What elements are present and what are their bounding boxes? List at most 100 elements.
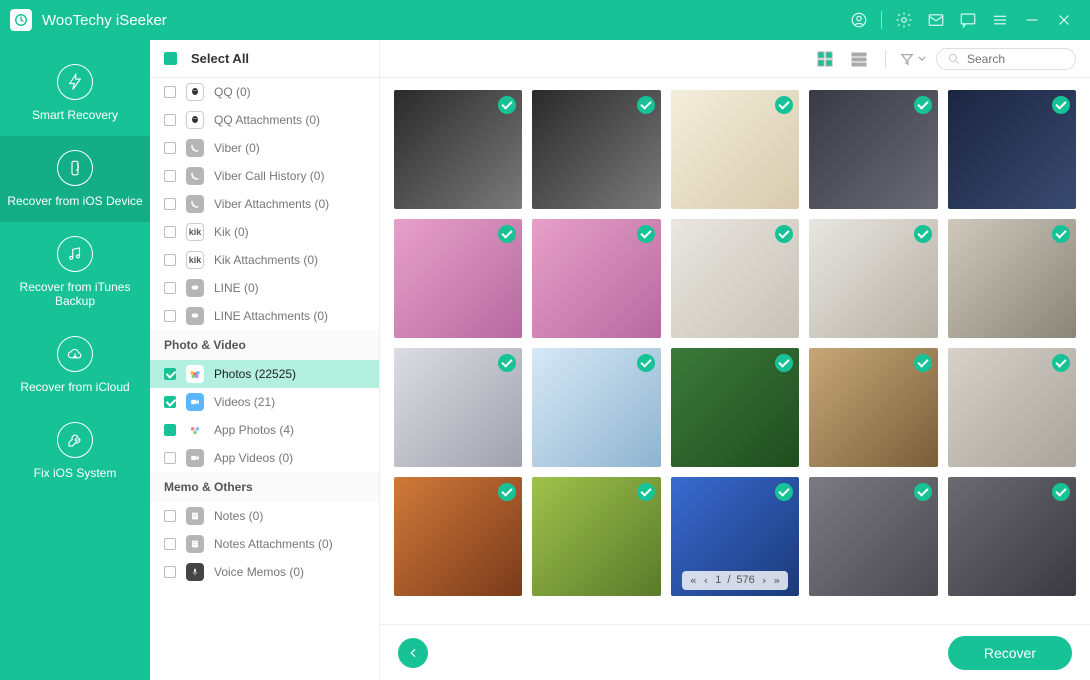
thumbnail[interactable] bbox=[948, 348, 1076, 467]
thumbnail-check-icon[interactable] bbox=[775, 483, 793, 501]
thumbnail[interactable] bbox=[948, 219, 1076, 338]
grid-view-button[interactable] bbox=[813, 47, 837, 71]
thumbnail-check-icon[interactable] bbox=[498, 354, 516, 372]
thumbnail-scroll[interactable]: «‹1/576›» bbox=[380, 78, 1090, 624]
category-checkbox[interactable] bbox=[164, 538, 176, 550]
category-checkbox[interactable] bbox=[164, 226, 176, 238]
thumbnail[interactable] bbox=[532, 219, 660, 338]
category-label: Viber Call History (0) bbox=[214, 169, 365, 183]
thumbnail[interactable] bbox=[809, 348, 937, 467]
sidebar-item-smart-recovery[interactable]: Smart Recovery bbox=[0, 50, 150, 136]
thumbnail-check-icon[interactable] bbox=[1052, 354, 1070, 372]
thumbnail-check-icon[interactable] bbox=[498, 483, 516, 501]
thumbnail-check-icon[interactable] bbox=[498, 225, 516, 243]
search-box[interactable] bbox=[936, 48, 1076, 70]
category-list[interactable]: QQ (0)QQ Attachments (0)Viber (0) Viber C… bbox=[150, 78, 379, 680]
thumbnail[interactable] bbox=[671, 219, 799, 338]
select-all-row[interactable]: Select All bbox=[150, 40, 379, 78]
category-checkbox[interactable] bbox=[164, 198, 176, 210]
category-checkbox[interactable] bbox=[164, 510, 176, 522]
category-checkbox[interactable] bbox=[164, 368, 176, 380]
thumbnail[interactable] bbox=[809, 477, 937, 596]
page-first-button[interactable]: « bbox=[690, 574, 697, 587]
category-checkbox[interactable] bbox=[164, 566, 176, 578]
thumbnail-check-icon[interactable] bbox=[637, 354, 655, 372]
thumbnail[interactable] bbox=[948, 90, 1076, 209]
thumbnail-check-icon[interactable] bbox=[1052, 225, 1070, 243]
thumbnail[interactable] bbox=[809, 90, 937, 209]
thumbnail[interactable] bbox=[394, 477, 522, 596]
category-checkbox[interactable] bbox=[164, 170, 176, 182]
feedback-icon[interactable] bbox=[952, 4, 984, 36]
list-view-button[interactable] bbox=[847, 47, 871, 71]
thumbnail[interactable] bbox=[532, 348, 660, 467]
thumbnail-check-icon[interactable] bbox=[637, 483, 655, 501]
category-checkbox[interactable] bbox=[164, 142, 176, 154]
minimize-icon[interactable] bbox=[1016, 4, 1048, 36]
category-item[interactable]: kikKik (0) bbox=[150, 218, 379, 246]
category-checkbox[interactable] bbox=[164, 282, 176, 294]
sidebar-item-ios-device[interactable]: Recover from iOS Device bbox=[0, 136, 150, 222]
thumbnail-check-icon[interactable] bbox=[914, 354, 932, 372]
thumbnail-check-icon[interactable] bbox=[1052, 96, 1070, 114]
thumbnail[interactable]: «‹1/576›» bbox=[671, 477, 799, 596]
sidebar-item-fix-ios[interactable]: Fix iOS System bbox=[0, 408, 150, 494]
category-item[interactable]: Voice Memos (0) bbox=[150, 558, 379, 586]
category-item[interactable]: Notes Attachments (0) bbox=[150, 530, 379, 558]
category-checkbox[interactable] bbox=[164, 452, 176, 464]
thumbnail-check-icon[interactable] bbox=[775, 96, 793, 114]
thumbnail-check-icon[interactable] bbox=[498, 96, 516, 114]
category-checkbox[interactable] bbox=[164, 254, 176, 266]
thumbnail[interactable] bbox=[809, 219, 937, 338]
thumbnail-check-icon[interactable] bbox=[637, 96, 655, 114]
page-next-button[interactable]: › bbox=[761, 574, 768, 587]
thumbnail[interactable] bbox=[394, 219, 522, 338]
thumbnail[interactable] bbox=[394, 348, 522, 467]
close-icon[interactable] bbox=[1048, 4, 1080, 36]
category-item[interactable]: App Videos (0) bbox=[150, 444, 379, 472]
sidebar-item-icloud[interactable]: Recover from iCloud bbox=[0, 322, 150, 408]
filter-button[interactable] bbox=[900, 52, 926, 66]
sidebar-item-itunes-backup[interactable]: Recover from iTunes Backup bbox=[0, 222, 150, 322]
category-item[interactable]: Videos (21) bbox=[150, 388, 379, 416]
category-item[interactable]: QQ (0) bbox=[150, 78, 379, 106]
mail-icon[interactable] bbox=[920, 4, 952, 36]
thumbnail-check-icon[interactable] bbox=[775, 225, 793, 243]
category-item[interactable]: QQ Attachments (0) bbox=[150, 106, 379, 134]
thumbnail[interactable] bbox=[671, 90, 799, 209]
category-item[interactable]: Notes (0) bbox=[150, 502, 379, 530]
thumbnail-check-icon[interactable] bbox=[914, 225, 932, 243]
thumbnail-check-icon[interactable] bbox=[1052, 483, 1070, 501]
category-item[interactable]: LINE (0) bbox=[150, 274, 379, 302]
thumbnail-check-icon[interactable] bbox=[637, 225, 655, 243]
category-checkbox[interactable] bbox=[164, 114, 176, 126]
search-input[interactable] bbox=[967, 52, 1065, 66]
category-item[interactable]: kikKik Attachments (0) bbox=[150, 246, 379, 274]
thumbnail[interactable] bbox=[394, 90, 522, 209]
category-checkbox[interactable] bbox=[164, 310, 176, 322]
thumbnail[interactable] bbox=[532, 477, 660, 596]
back-button[interactable] bbox=[398, 638, 428, 668]
page-last-button[interactable]: » bbox=[773, 574, 780, 587]
thumbnail-check-icon[interactable] bbox=[775, 354, 793, 372]
thumbnail-check-icon[interactable] bbox=[914, 483, 932, 501]
settings-icon[interactable] bbox=[888, 4, 920, 36]
category-checkbox[interactable] bbox=[164, 424, 176, 436]
category-item[interactable]: Viber Attachments (0) bbox=[150, 190, 379, 218]
category-checkbox[interactable] bbox=[164, 86, 176, 98]
category-checkbox[interactable] bbox=[164, 396, 176, 408]
menu-icon[interactable] bbox=[984, 4, 1016, 36]
account-icon[interactable] bbox=[843, 4, 875, 36]
thumbnail-check-icon[interactable] bbox=[914, 96, 932, 114]
category-item[interactable]: Viber Call History (0) bbox=[150, 162, 379, 190]
thumbnail[interactable] bbox=[532, 90, 660, 209]
category-item[interactable]: LINE Attachments (0) bbox=[150, 302, 379, 330]
thumbnail[interactable] bbox=[948, 477, 1076, 596]
category-item[interactable]: Photos (22525) bbox=[150, 360, 379, 388]
thumbnail[interactable] bbox=[671, 348, 799, 467]
page-prev-button[interactable]: ‹ bbox=[703, 574, 710, 587]
category-item[interactable]: Viber (0) bbox=[150, 134, 379, 162]
recover-button[interactable]: Recover bbox=[948, 636, 1072, 670]
select-all-checkbox[interactable] bbox=[164, 52, 177, 65]
category-item[interactable]: App Photos (4) bbox=[150, 416, 379, 444]
